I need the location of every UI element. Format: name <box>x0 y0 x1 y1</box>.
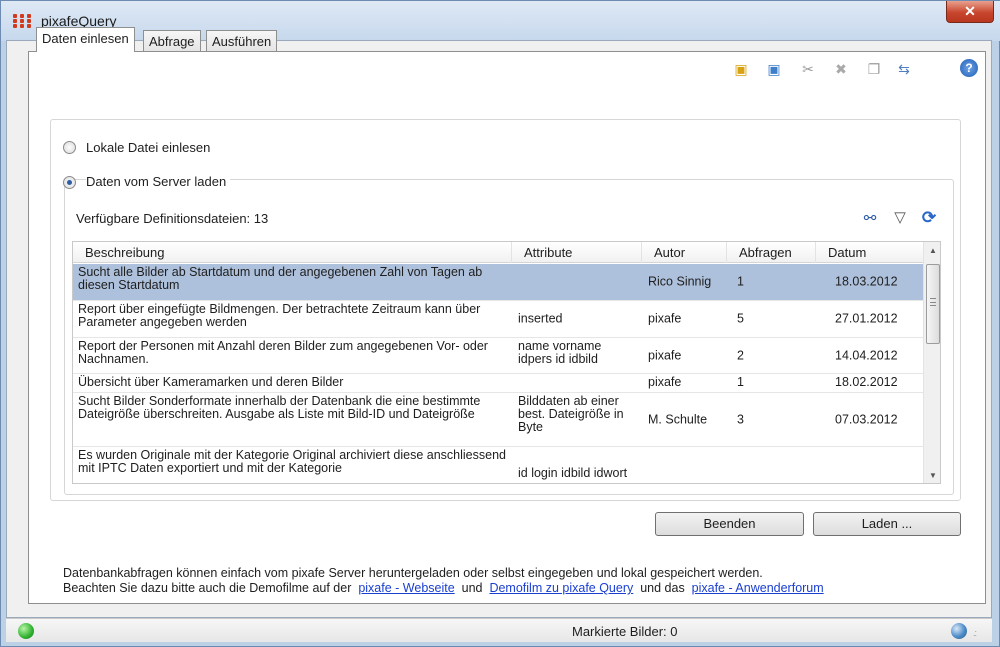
quit-button[interactable]: Beenden <box>655 512 804 536</box>
cell-description: Es wurden Originale mit der Kategorie Or… <box>78 448 506 475</box>
cell-count: 5 <box>737 311 744 326</box>
app-logo-icon <box>13 14 33 28</box>
cell-date: 27.01.2012 <box>835 311 898 326</box>
resize-grip-icon[interactable]: .: <box>973 628 977 638</box>
table-scrollbar[interactable]: ▲ ▼ <box>923 242 940 483</box>
refresh-icon[interactable]: ⟳ <box>919 209 939 227</box>
info-text-line2: Beachten Sie dazu bitte auch die Demofil… <box>63 581 824 595</box>
help-icon[interactable]: ? <box>960 59 978 77</box>
forum-link[interactable]: pixafe - Anwenderforum <box>692 581 824 595</box>
scroll-thumb[interactable] <box>926 264 940 344</box>
column-header-datum[interactable]: Datum <box>816 242 923 263</box>
cell-author: Rico Sinnig <box>648 274 712 289</box>
cell-description: Sucht alle Bilder ab Startdatum und der … <box>78 265 483 292</box>
filter-icon[interactable]: ▽ <box>890 209 910 227</box>
radio-server[interactable] <box>63 176 76 189</box>
close-button[interactable]: ✕ <box>946 1 994 23</box>
demofilm-link[interactable]: Demofilm zu pixafe Query <box>489 581 633 595</box>
load-button[interactable]: Laden ... <box>813 512 961 536</box>
table-row[interactable]: Sucht Bilder Sonderformate innerhalb der… <box>73 393 923 447</box>
cell-attribute: inserted <box>518 311 563 326</box>
info-and-das: und das <box>640 581 685 595</box>
tools-icon[interactable]: ✂ <box>798 60 818 78</box>
cell-date: 18.02.2012 <box>835 375 898 389</box>
status-bar: Markierte Bilder: 0 .: <box>6 618 992 642</box>
cell-author: pixafe <box>648 375 682 389</box>
import-icon[interactable]: ▣ <box>764 60 784 78</box>
table-row[interactable]: Sucht alle Bilder ab Startdatum und der … <box>73 264 923 301</box>
cell-description: Übersicht über Kameramarken und deren Bi… <box>78 375 344 389</box>
scroll-up-icon[interactable]: ▲ <box>924 242 940 260</box>
definitions-table[interactable]: Beschreibung Attribute Autor Abfragen Da… <box>72 241 941 484</box>
column-header-autor[interactable]: Autor <box>642 242 727 263</box>
column-header-beschreibung[interactable]: Beschreibung <box>73 242 512 263</box>
cell-date: 07.03.2012 <box>835 412 898 426</box>
tab-ausfuehren[interactable]: Ausführen <box>206 30 278 52</box>
cell-count: 3 <box>737 412 744 426</box>
radio-local-file[interactable] <box>63 141 76 154</box>
cell-date: 14.04.2012 <box>835 348 898 362</box>
cell-author: pixafe <box>648 348 682 362</box>
new-query-icon[interactable]: ▣ <box>731 60 751 78</box>
info-and: und <box>461 581 483 595</box>
tab-daten-einlesen[interactable]: Daten einlesen <box>36 27 135 52</box>
binoculars-icon[interactable]: ⚯ <box>860 210 880 228</box>
tab-abfrage[interactable]: Abfrage <box>143 30 201 52</box>
globe-icon <box>951 623 967 639</box>
radio-server-label[interactable]: Daten vom Server laden <box>86 174 231 189</box>
cell-count: 1 <box>737 375 744 389</box>
cell-description: Report über eingefügte Bildmengen. Der b… <box>78 302 481 329</box>
cell-description: Report der Personen mit Anzahl deren Bil… <box>78 339 488 366</box>
grip-icon <box>930 298 936 306</box>
info-text-line1: Datenbankabfragen können einfach vom pix… <box>63 566 763 580</box>
table-row[interactable]: Übersicht über Kameramarken und deren Bi… <box>73 374 923 393</box>
radio-local-file-label[interactable]: Lokale Datei einlesen <box>86 140 210 155</box>
cell-attribute: name vorname idpers id idbild <box>518 339 602 366</box>
marked-images-status: Markierte Bilder: 0 <box>572 624 678 639</box>
scroll-down-icon[interactable]: ▼ <box>924 467 940 483</box>
website-link[interactable]: pixafe - Webseite <box>358 581 454 595</box>
cell-count: 1 <box>737 274 744 289</box>
connection-status-icon <box>18 623 34 639</box>
column-header-abfragen[interactable]: Abfragen <box>727 242 816 263</box>
cell-author: M. Schulte <box>648 412 708 426</box>
cell-count: 2 <box>737 348 744 362</box>
table-row[interactable]: Report der Personen mit Anzahl deren Bil… <box>73 338 923 374</box>
info-prefix: Beachten Sie dazu bitte auch die Demofil… <box>63 581 352 595</box>
table-row[interactable]: Report über eingefügte Bildmengen. Der b… <box>73 301 923 338</box>
delete-icon[interactable]: ✖ <box>831 60 851 78</box>
cell-date: 18.03.2012 <box>835 274 898 289</box>
cell-author: pixafe <box>648 311 682 326</box>
table-header: Beschreibung Attribute Autor Abfragen Da… <box>73 242 923 263</box>
export-icon[interactable]: ⇆ <box>894 60 914 78</box>
column-header-attribute[interactable]: Attribute <box>512 242 642 263</box>
cell-attribute: id login idbild idwort <box>518 466 628 480</box>
cell-description: Sucht Bilder Sonderformate innerhalb der… <box>78 394 481 421</box>
cell-attribute: Bilddaten ab einer best. Dateigröße in B… <box>518 394 624 434</box>
definitions-count: Verfügbare Definitionsdateien: 13 <box>76 211 269 226</box>
table-row[interactable]: Es wurden Originale mit der Kategorie Or… <box>73 447 923 483</box>
copy-icon[interactable]: ❐ <box>864 60 884 78</box>
